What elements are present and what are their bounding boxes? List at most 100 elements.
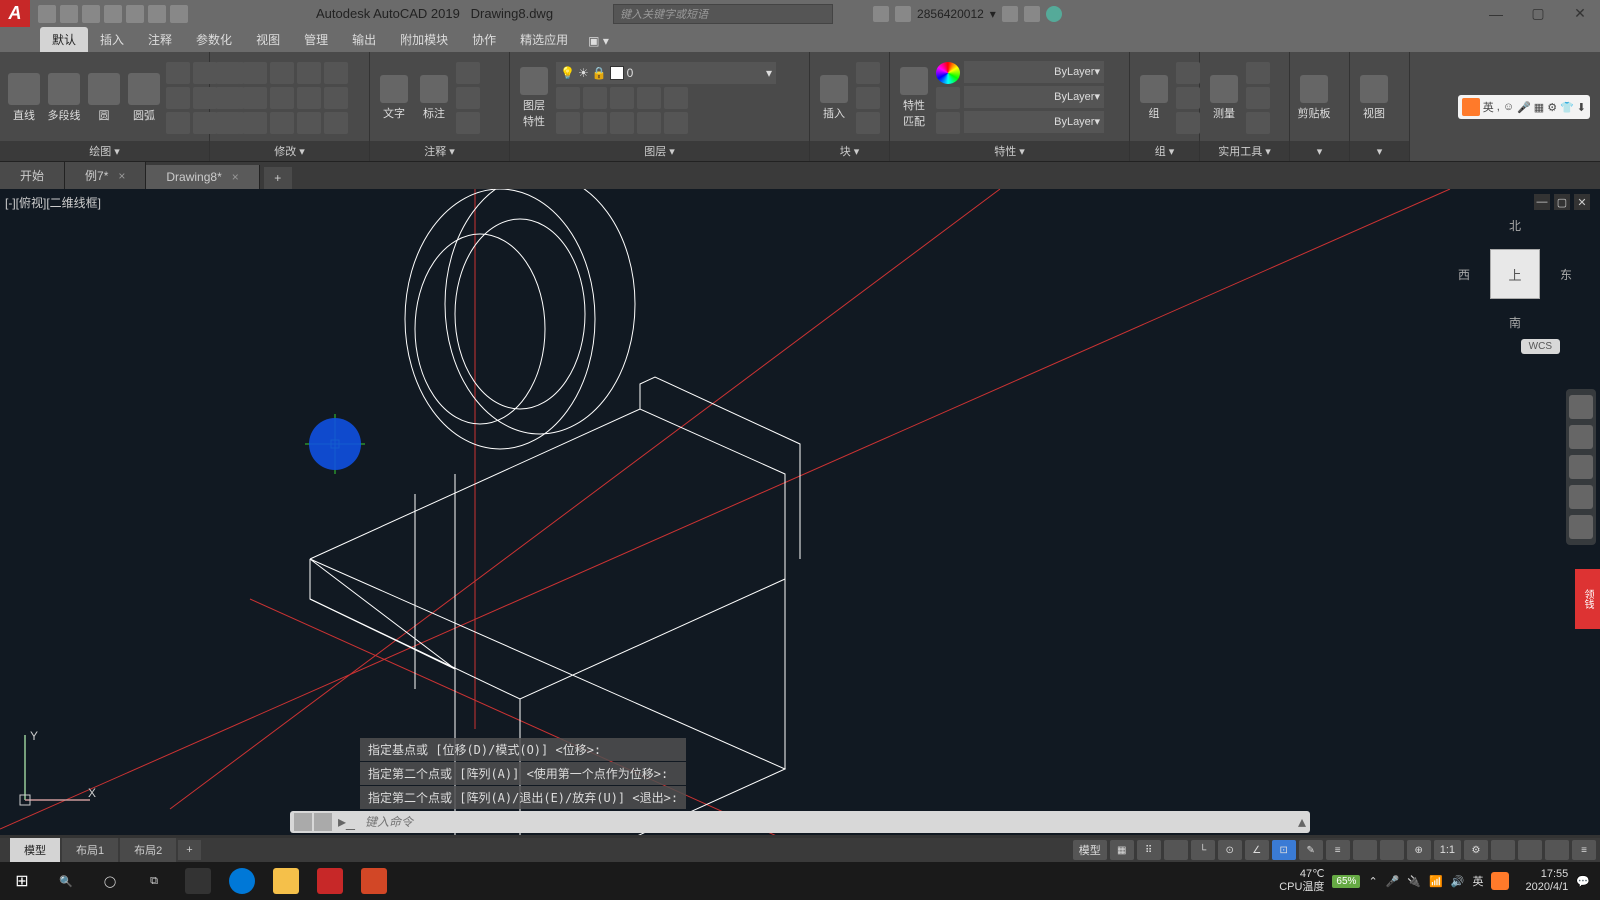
tray-power-icon[interactable]: 🔌	[1407, 875, 1421, 888]
polyline-button[interactable]: 多段线	[46, 73, 82, 123]
user-icon[interactable]	[895, 6, 911, 22]
snap-toggle-icon[interactable]: ⠿	[1137, 840, 1161, 860]
ribbon-tab-insert[interactable]: 插入	[88, 27, 136, 52]
ribbon-tab-view[interactable]: 视图	[244, 27, 292, 52]
layer-tool-icon[interactable]	[610, 112, 634, 134]
annotation-scale[interactable]: 1:1	[1434, 840, 1461, 860]
close-icon[interactable]: ×	[232, 170, 239, 184]
modify-tool-icon[interactable]	[297, 112, 321, 134]
tray-mic-icon[interactable]: 🎤	[1386, 875, 1400, 888]
file-tab-2[interactable]: Drawing8*×	[146, 165, 259, 189]
rotate-icon[interactable]	[243, 62, 267, 84]
account-area[interactable]: 2856420012 ▾	[873, 6, 1062, 22]
layer-tool-icon[interactable]	[664, 112, 688, 134]
block-tool-icon[interactable]	[856, 62, 880, 84]
new-icon[interactable]	[38, 5, 56, 23]
taskbar-powerpoint[interactable]	[352, 862, 396, 900]
draw-tool-icon[interactable]	[166, 87, 190, 109]
layer-tool-icon[interactable]	[664, 87, 688, 109]
a360-icon[interactable]	[1024, 6, 1040, 22]
linetype-icon[interactable]	[936, 112, 960, 134]
modify-tool-icon[interactable]	[324, 87, 348, 109]
modify-tool-icon[interactable]	[324, 112, 348, 134]
help-icon[interactable]	[1046, 6, 1062, 22]
panel-label[interactable]: 实用工具 ▾	[1200, 141, 1289, 161]
block-tool-icon[interactable]	[856, 112, 880, 134]
gear-icon[interactable]: ⚙	[1464, 840, 1488, 860]
layer-tool-icon[interactable]	[637, 112, 661, 134]
polar-toggle-icon[interactable]: ⊙	[1218, 840, 1242, 860]
ribbon-tab-collab[interactable]: 协作	[460, 27, 508, 52]
draw-tool-icon[interactable]	[166, 112, 190, 134]
dimension-button[interactable]: 标注	[416, 75, 452, 121]
util-tool-icon[interactable]	[1246, 112, 1270, 134]
paste-button[interactable]: 剪贴板	[1296, 75, 1332, 121]
taskview-button[interactable]: ⧉	[132, 862, 176, 900]
line-button[interactable]: 直线	[6, 73, 42, 123]
sogou-tray-icon[interactable]	[1491, 872, 1509, 890]
start-button[interactable]: ⊞	[0, 862, 44, 900]
battery-indicator[interactable]: 65%	[1332, 875, 1360, 888]
layer-dropdown[interactable]: 💡 ☀ 🔒 0 ▾	[556, 62, 776, 84]
help-search[interactable]: 键入关键字或短语	[613, 4, 833, 24]
scale-icon[interactable]	[243, 112, 267, 134]
lineweight-icon[interactable]	[936, 87, 960, 109]
layout-tab-2[interactable]: 布局2	[120, 838, 176, 862]
taskbar-autocad[interactable]	[308, 862, 352, 900]
status-icon[interactable]	[1164, 840, 1188, 860]
ribbon-tab-output[interactable]: 输出	[340, 27, 388, 52]
redo-icon[interactable]	[170, 5, 188, 23]
osnap-toggle-icon[interactable]: ⊡	[1272, 840, 1296, 860]
isodraft-toggle-icon[interactable]: ∠	[1245, 840, 1269, 860]
panel-label[interactable]: 绘图 ▾	[0, 141, 209, 161]
command-line[interactable]: ▸_ ▴	[290, 811, 1310, 833]
infocenter-icon[interactable]	[873, 6, 889, 22]
group-tool-icon[interactable]	[1176, 87, 1200, 109]
stretch-icon[interactable]	[216, 112, 240, 134]
layer-properties-button[interactable]: 图层 特性	[516, 67, 552, 129]
lineweight-dropdown[interactable]: ByLayer ▾	[964, 86, 1104, 108]
panel-label[interactable]: 图层 ▾	[510, 141, 809, 161]
ribbon-tab-manage[interactable]: 管理	[292, 27, 340, 52]
panel-label[interactable]: ▾	[1290, 141, 1349, 161]
cmd-config-icon[interactable]	[314, 813, 332, 831]
search-button[interactable]: 🔍	[44, 862, 88, 900]
status-icon[interactable]: ⊕	[1407, 840, 1431, 860]
close-icon[interactable]: ×	[118, 169, 125, 183]
ucs-icon[interactable]: Y X	[10, 725, 100, 815]
group-tool-icon[interactable]	[1176, 112, 1200, 134]
group-tool-icon[interactable]	[1176, 62, 1200, 84]
block-tool-icon[interactable]	[856, 87, 880, 109]
layer-tool-icon[interactable]	[610, 87, 634, 109]
mirror-icon[interactable]	[243, 87, 267, 109]
text-button[interactable]: 文字	[376, 75, 412, 121]
taskbar-explorer[interactable]	[264, 862, 308, 900]
status-model-toggle[interactable]: 模型	[1073, 840, 1107, 860]
ribbon-tab-addins[interactable]: 附加模块	[388, 27, 460, 52]
move-icon[interactable]	[216, 62, 240, 84]
status-icon[interactable]	[1545, 840, 1569, 860]
panel-label[interactable]: 组 ▾	[1130, 141, 1199, 161]
status-icon[interactable]	[1491, 840, 1515, 860]
panel-label[interactable]: ▾	[1350, 141, 1409, 161]
customize-icon[interactable]: ≡	[1572, 840, 1596, 860]
command-input[interactable]	[359, 815, 1298, 829]
layer-tool-icon[interactable]	[583, 87, 607, 109]
taskbar-app[interactable]	[176, 862, 220, 900]
app-logo[interactable]: A	[0, 0, 30, 27]
ime-toolbar[interactable]: 英 ,☺🎤▦⚙👕⬇	[1458, 95, 1590, 119]
modify-tool-icon[interactable]	[297, 62, 321, 84]
layer-tool-icon[interactable]	[556, 112, 580, 134]
clock[interactable]: 17:55 2020/4/1	[1525, 868, 1568, 894]
file-tab-1[interactable]: 例7*×	[65, 162, 146, 189]
minimize-button[interactable]: —	[1476, 0, 1516, 27]
maximize-button[interactable]: ▢	[1518, 0, 1558, 27]
annot-tool-icon[interactable]	[456, 112, 480, 134]
save-icon[interactable]	[82, 5, 100, 23]
drawing-canvas[interactable]: [-][俯视][二维线框] — ▢ ✕ 北 南 西 东 上 WCS 领钱	[0, 189, 1600, 835]
undo-icon[interactable]	[148, 5, 166, 23]
panel-label[interactable]: 块 ▾	[810, 141, 889, 161]
ribbon-tab-featured[interactable]: 精选应用	[508, 27, 580, 52]
array-icon[interactable]	[270, 112, 294, 134]
taskbar-edge[interactable]	[220, 862, 264, 900]
